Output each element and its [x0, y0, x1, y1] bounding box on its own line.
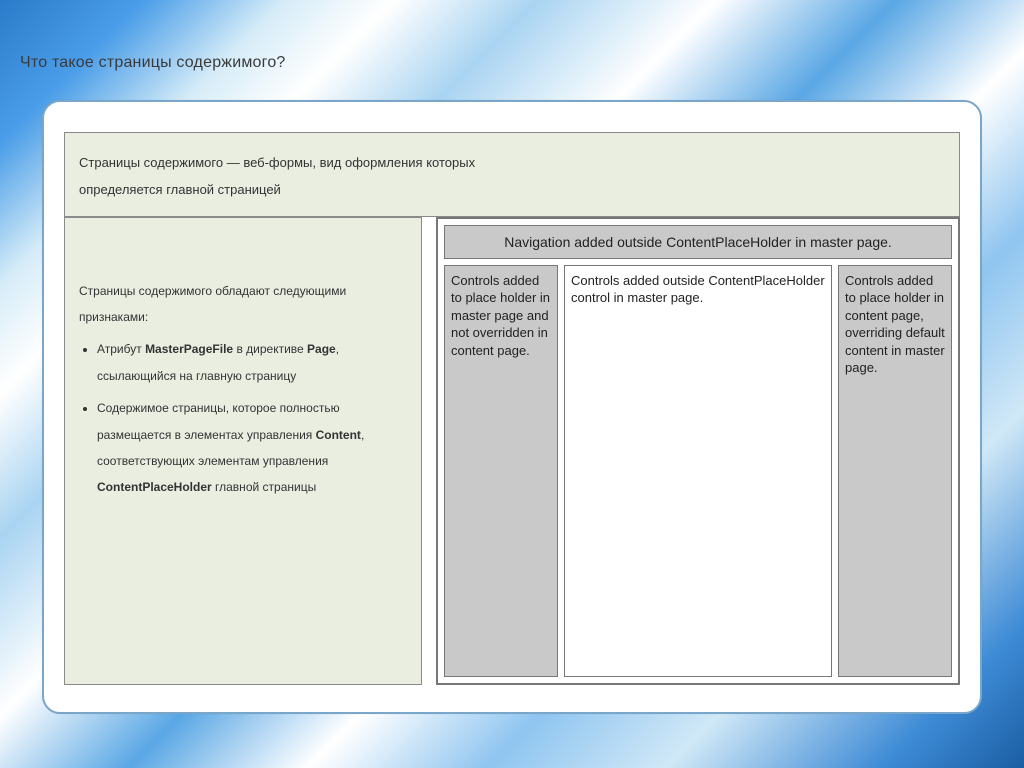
- diagram-cell-right: Controls added to place holder in conten…: [838, 265, 952, 677]
- features-box: Страницы содержимого обладают следующими…: [64, 217, 422, 685]
- diagram-container: Navigation added outside ContentPlaceHol…: [436, 217, 960, 685]
- feature-item-2: Содержимое страницы, которое полностью р…: [97, 395, 407, 501]
- text: в директиве: [233, 342, 307, 356]
- intro-box: Страницы содержимого — веб-формы, вид оф…: [64, 132, 960, 217]
- bold: MasterPageFile: [145, 342, 233, 356]
- content-panel: Страницы содержимого — веб-формы, вид оф…: [42, 100, 982, 714]
- features-list: Атрибут MasterPageFile в директиве Page,…: [79, 336, 407, 500]
- diagram-header: Navigation added outside ContentPlaceHol…: [444, 225, 952, 259]
- bold: ContentPlaceHolder: [97, 480, 212, 494]
- diagram-cell-left: Controls added to place holder in master…: [444, 265, 558, 677]
- slide-title: Что такое страницы содержимого?: [20, 54, 286, 72]
- columns: Страницы содержимого обладают следующими…: [64, 217, 960, 685]
- features-lead: Страницы содержимого обладают следующими…: [79, 278, 407, 331]
- bold: Page: [307, 342, 336, 356]
- diagram-cell-middle: Controls added outside ContentPlaceHolde…: [564, 265, 832, 677]
- text: главной страницы: [212, 480, 317, 494]
- master-page-diagram: Navigation added outside ContentPlaceHol…: [436, 217, 960, 685]
- text: Содержимое страницы, которое полностью р…: [97, 401, 340, 441]
- diagram-body: Controls added to place holder in master…: [444, 265, 952, 677]
- bold: Content: [316, 428, 361, 442]
- intro-line-2: определяется главной страницей: [79, 176, 945, 203]
- intro-line-1: Страницы содержимого — веб-формы, вид оф…: [79, 149, 945, 176]
- text: Атрибут: [97, 342, 145, 356]
- feature-item-1: Атрибут MasterPageFile в директиве Page,…: [97, 336, 407, 389]
